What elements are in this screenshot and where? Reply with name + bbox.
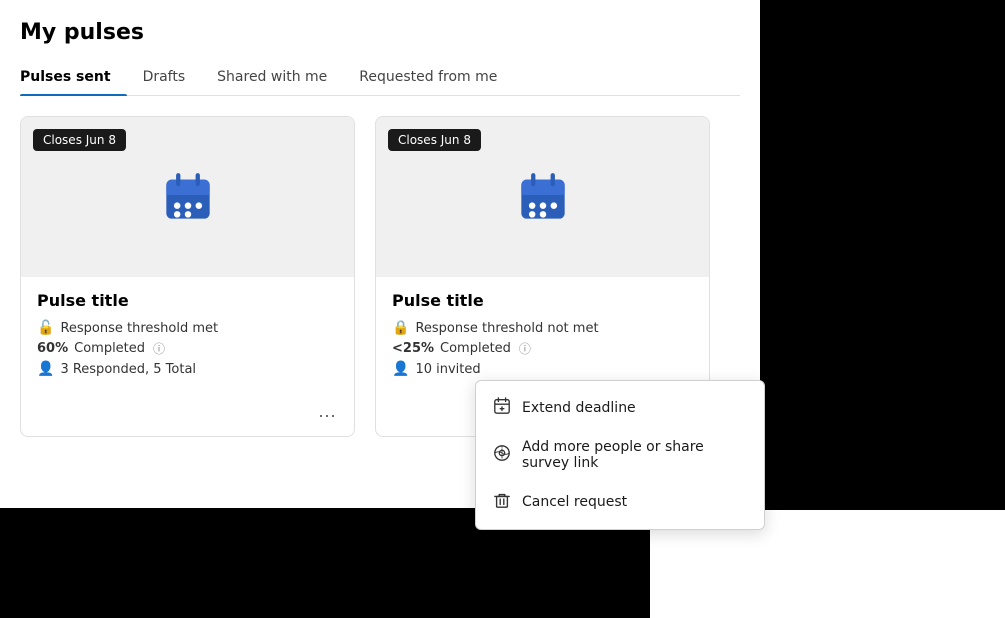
card-badge-1: Closes Jun 8 [33,129,126,151]
pulse-card-1: Closes Jun 8 Pulse title [20,116,355,437]
add-people-label: Add more people or share survey link [522,439,748,471]
responded-row-1: 👤 3 Responded, 5 Total [37,361,338,377]
threshold-status-1: 🔓 Response threshold met [37,320,338,336]
threshold-status-2: 🔒 Response threshold not met [392,320,693,336]
card-meta-1: 🔓 Response threshold met 60% Completed ⓘ… [37,320,338,377]
tab-bar: Pulses sent Drafts Shared with me Reques… [20,61,740,96]
completion-row-1: 60% Completed ⓘ [37,340,338,357]
card-image-1: Closes Jun 8 [21,117,354,277]
info-icon-2: ⓘ [519,340,531,357]
tab-shared-with-me[interactable]: Shared with me [217,61,343,95]
card-meta-2: 🔒 Response threshold not met <25% Comple… [392,320,693,377]
card-badge-2: Closes Jun 8 [388,129,481,151]
threshold-icon-1: 🔓 [37,320,54,336]
completion-row-2: <25% Completed ⓘ [392,340,693,357]
threshold-icon-2: 🔒 [392,320,409,336]
main-content: My pulses Pulses sent Drafts Shared with… [0,0,760,437]
extend-deadline-label: Extend deadline [522,400,636,416]
cancel-request-icon [492,491,512,513]
card-body-1: Pulse title 🔓 Response threshold met 60%… [21,277,354,397]
extend-deadline-item[interactable]: Extend deadline [476,387,764,429]
page-title: My pulses [20,20,740,45]
card-footer-1: ··· [21,397,354,436]
add-people-item[interactable]: Add more people or share survey link [476,429,764,481]
card-title-1: Pulse title [37,291,338,310]
cancel-request-item[interactable]: Cancel request [476,481,764,523]
people-icon-2: 👤 [392,361,409,377]
calendar-icon-1 [162,171,214,223]
people-icon-1: 👤 [37,361,54,377]
cancel-request-label: Cancel request [522,494,627,510]
add-people-icon [492,444,512,466]
info-icon-1: ⓘ [153,340,165,357]
right-overlay [760,0,1005,510]
tab-drafts[interactable]: Drafts [143,61,202,95]
card-body-2: Pulse title 🔒 Response threshold not met… [376,277,709,397]
context-menu: Extend deadline Add more people or share… [475,380,765,530]
calendar-icon-2 [517,171,569,223]
more-button-1[interactable]: ··· [312,403,342,428]
invited-row-2: 👤 10 invited [392,361,693,377]
card-image-2: Closes Jun 8 [376,117,709,277]
tab-requested-from-me[interactable]: Requested from me [359,61,513,95]
tab-pulses-sent[interactable]: Pulses sent [20,61,127,95]
card-title-2: Pulse title [392,291,693,310]
extend-deadline-icon [492,397,512,419]
